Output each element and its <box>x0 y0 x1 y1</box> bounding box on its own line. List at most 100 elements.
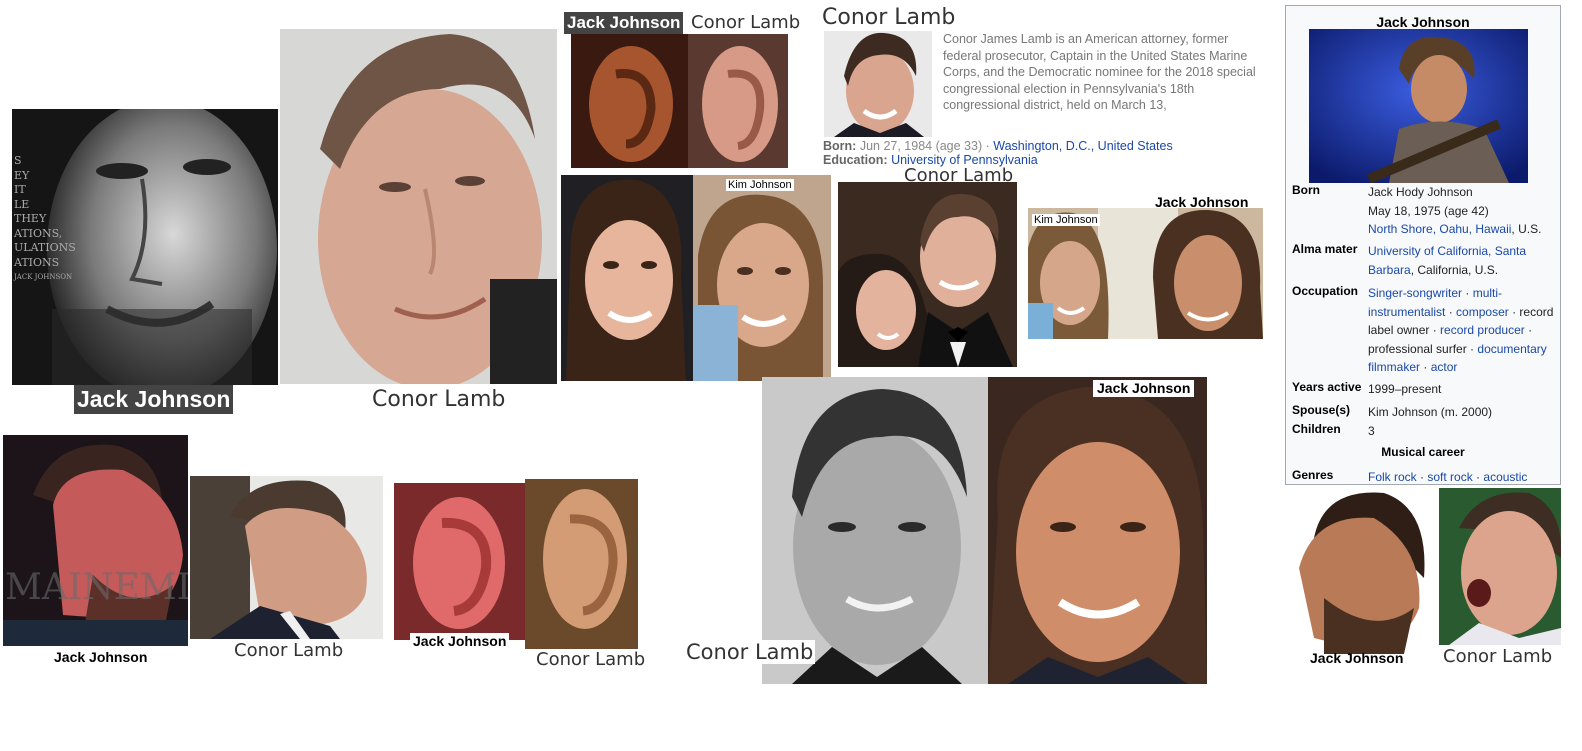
profile-illustration <box>1439 488 1561 645</box>
conor-lamb-portrait-photo <box>280 29 557 384</box>
ear-illustration <box>525 479 638 649</box>
knowledge-panel-facts: Born: Jun 27, 1984 (age 33) · Washington… <box>823 139 1173 167</box>
infobox-label: Years active <box>1292 380 1362 394</box>
album-text-line: ATIONS, <box>14 226 63 240</box>
caption-conor-lamb: Conor Lamb <box>1443 646 1553 667</box>
jack-johnson-smiling-photo <box>988 377 1207 684</box>
album-text-line: ATIONS <box>14 255 60 269</box>
knowledge-panel-description: Conor James Lamb is an American attorney… <box>943 32 1256 112</box>
face-illustration <box>280 29 557 384</box>
concert-illustration <box>1309 29 1528 183</box>
face-illustration <box>988 377 1207 684</box>
kim-and-jack-johnson-photo <box>1028 208 1263 339</box>
caption-kim-johnson: Kim Johnson <box>1032 214 1100 226</box>
genre-link[interactable]: soft rock <box>1427 470 1472 484</box>
infobox-photo[interactable] <box>1309 29 1528 183</box>
caption-conor-lamb: Conor Lamb <box>536 649 646 670</box>
infobox-label: Children <box>1292 422 1341 436</box>
infobox-title: Jack Johnson <box>1376 14 1470 30</box>
occupation-link[interactable]: composer <box>1456 305 1509 319</box>
album-text-line: THEY <box>14 212 47 225</box>
occupation-text: professional surfer <box>1368 341 1467 356</box>
knowledge-panel-title: Conor Lamb <box>822 5 956 30</box>
ear-illustration <box>571 34 688 168</box>
born-value: Jun 27, 1984 (age 33) · <box>859 139 990 153</box>
jack-johnson-ear-photo <box>571 34 688 168</box>
face-illustration <box>561 175 693 381</box>
conor-lamb-formal-photo <box>838 182 1017 367</box>
infobox-label: Alma mater <box>1292 242 1358 256</box>
caption-jack-johnson: Jack Johnson <box>1155 194 1249 210</box>
conor-lamb-speaking-photo <box>1439 488 1561 645</box>
occupation-link[interactable]: actor <box>1431 360 1458 374</box>
profile-illustration <box>190 476 383 639</box>
born-label: Born: <box>823 139 857 153</box>
face-illustration <box>824 31 932 137</box>
scene-illustration <box>1028 208 1263 339</box>
infobox-value: Jack Hody Johnson May 18, 1975 (age 42) … <box>1368 183 1554 239</box>
profile-illustration <box>1284 488 1431 654</box>
infobox-label: Occupation <box>1292 284 1359 298</box>
conor-lamb-companion-photo <box>561 175 693 381</box>
caption-conor-lamb: Conor Lamb <box>372 387 506 412</box>
infobox-label: Genres <box>1292 468 1334 482</box>
genre-link[interactable]: acoustic <box>1483 470 1527 484</box>
ear-illustration <box>394 483 525 640</box>
infobox-label: Born <box>1292 183 1320 197</box>
caption-conor-lamb: Conor Lamb <box>234 640 344 661</box>
jack-johnson-album-photo: S EY IT LE THEY ATIONS, ULATIONS ATIONS … <box>12 109 278 385</box>
jack-johnson-profile-photo <box>1284 488 1431 654</box>
born-date: May 18, 1975 (age 42) <box>1368 203 1489 218</box>
infobox-value: Kim Johnson (m. 2000) <box>1368 405 1493 419</box>
caption-jack-johnson: Jack Johnson <box>564 12 684 34</box>
album-text-line: ULATIONS <box>14 241 76 254</box>
face-illustration <box>762 377 988 684</box>
album-text-line: EY <box>14 168 30 182</box>
genre-link[interactable]: Folk rock <box>1368 470 1417 484</box>
infobox-value: University of California, Santa Barbara,… <box>1368 242 1554 279</box>
caption-kim-johnson: Kim Johnson <box>726 179 794 191</box>
face-illustration <box>693 175 831 381</box>
wikipedia-infobox: Jack Johnson Born Jack Hody Johnson May … <box>1285 5 1561 485</box>
ear-illustration <box>688 34 788 168</box>
caption-jack-johnson: Jack Johnson <box>1310 650 1404 666</box>
album-text-line: LE <box>14 197 30 211</box>
album-text: S EY IT LE THEY ATIONS, ULATIONS ATIONS … <box>14 154 76 285</box>
infobox-label: Spouse(s) <box>1292 403 1351 417</box>
born-place: North Shore, Oahu, Hawaii, U.S. <box>1368 220 1554 239</box>
conor-lamb-ear-photo <box>525 479 638 649</box>
alma-mater-tail: , California, U.S. <box>1410 262 1499 277</box>
infobox-section-header: Musical career <box>1381 445 1465 459</box>
knowledge-panel-photo[interactable] <box>824 31 932 137</box>
caption-jack-johnson: Jack Johnson <box>74 385 234 414</box>
caption-conor-lamb: Conor Lamb <box>904 165 1014 186</box>
occupation-link[interactable]: Singer-songwriter <box>1368 286 1462 300</box>
caption-jack-johnson: Jack Johnson <box>54 649 148 665</box>
genres-list: Folk rock · soft rock · acoustic <box>1368 470 1528 484</box>
occupation-link[interactable]: record producer <box>1440 323 1525 337</box>
born-name: Jack Hody Johnson <box>1368 185 1473 199</box>
album-text-line: JACK JOHNSON <box>14 273 73 281</box>
watermark-text: MAINEMI <box>5 567 188 608</box>
caption-jack-johnson: Jack Johnson <box>1093 380 1195 397</box>
caption-conor-lamb: Conor Lamb <box>684 640 816 664</box>
scene-illustration <box>838 182 1017 367</box>
born-place-link[interactable]: North Shore, Oahu, Hawaii <box>1368 222 1511 236</box>
kim-johnson-photo <box>693 175 831 381</box>
born-place-tail: , U.S. <box>1511 222 1542 236</box>
born-fact: Born: Jun 27, 1984 (age 33) · Washington… <box>823 139 1173 153</box>
conor-lamb-profile-photo <box>190 476 383 639</box>
caption-jack-johnson: Jack Johnson <box>410 633 510 649</box>
born-place-link[interactable]: Washington, D.C., United States <box>993 139 1172 153</box>
infobox-value: 3 <box>1368 424 1375 438</box>
jack-johnson-ear-photo <box>394 483 525 640</box>
album-text-line: S <box>14 154 22 167</box>
conor-lamb-ear-photo <box>688 34 788 168</box>
caption-conor-lamb: Conor Lamb <box>691 12 801 33</box>
occupation-list: Singer-songwriter · multi-instrumentalis… <box>1368 286 1554 374</box>
conor-lamb-bw-photo <box>762 377 988 684</box>
jack-johnson-stage-photo: MAINEMI <box>3 435 188 646</box>
education-label: Education: <box>823 153 888 167</box>
infobox-value: 1999–present <box>1368 382 1442 396</box>
profile-illustration <box>3 435 188 646</box>
